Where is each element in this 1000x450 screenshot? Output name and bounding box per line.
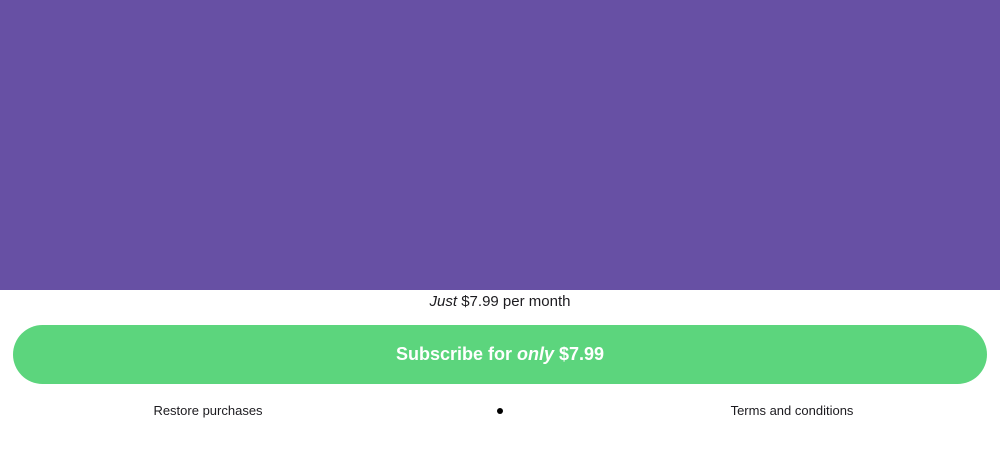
paywall-screen: Just $7.99 per month Subscribe for only … xyxy=(0,0,1000,450)
price-text: $7.99 per month xyxy=(457,293,571,310)
subscribe-label-start: Subscribe for xyxy=(395,344,517,364)
terms-and-conditions-link[interactable]: Terms and conditions xyxy=(584,400,1000,422)
hero-banner xyxy=(0,0,1000,290)
price-description: Just $7.99 per month xyxy=(0,291,1000,313)
restore-purchases-link[interactable]: Restore purchases xyxy=(0,400,416,422)
subscribe-label-price: $7.99 xyxy=(554,344,605,364)
price-prefix: Just xyxy=(429,293,458,310)
subscribe-button[interactable]: Subscribe for only $7.99 xyxy=(13,325,987,384)
subscribe-label-emphasis: only xyxy=(516,344,554,364)
separator-dot-icon xyxy=(497,408,503,414)
